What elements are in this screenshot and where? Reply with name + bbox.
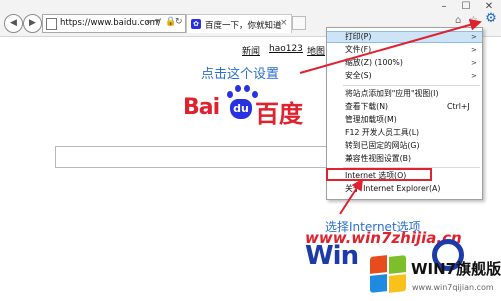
arrow-to-internet-options xyxy=(339,178,364,215)
annotation-arrows xyxy=(299,18,482,215)
arrow-to-gear xyxy=(299,18,482,74)
